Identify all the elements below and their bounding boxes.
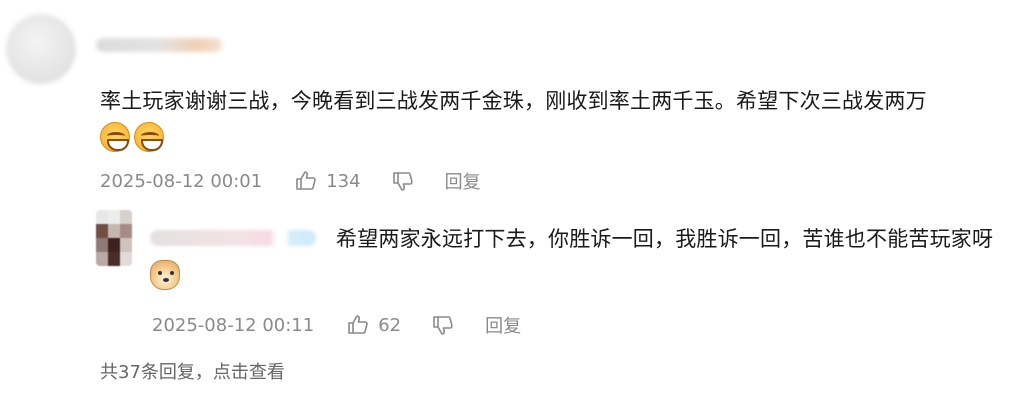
reply-text: 希望两家永远打下去，你胜诉一回，我胜诉一回，苦谁也不能苦玩家呀 — [336, 227, 994, 251]
view-replies-link[interactable]: 共37条回复，点击查看 — [100, 358, 285, 384]
timestamp: 2025-08-12 00:01 — [100, 170, 263, 192]
dislike-button[interactable] — [391, 169, 415, 193]
like-count: 134 — [326, 170, 361, 192]
grin-emoji-icon — [100, 122, 130, 152]
grin-emoji-icon — [134, 122, 164, 152]
like-button[interactable]: 134 — [294, 169, 361, 193]
thumbs-up-icon — [296, 171, 316, 190]
doge-emoji-icon — [150, 260, 180, 290]
reply-dislike-button[interactable] — [431, 313, 455, 337]
thumbs-down-icon — [392, 172, 413, 191]
reply-like-count: 62 — [378, 314, 402, 336]
reply-timestamp: 2025-08-12 00:11 — [152, 314, 315, 336]
reply-meta: 2025-08-12 00:11 62 回复 — [152, 310, 521, 340]
reply-like-button[interactable]: 62 — [346, 313, 401, 337]
avatar[interactable] — [6, 14, 76, 84]
username-blurred[interactable] — [96, 38, 222, 52]
comment-text: 率土玩家谢谢三战，今晚看到三战发两千金珠，刚收到率土两千玉。希望下次三战发两万 — [100, 89, 927, 113]
reply-button[interactable]: 回复 — [445, 168, 481, 194]
thumbs-up-icon — [348, 315, 368, 334]
reply-body: 希望两家永远打下去，你胜诉一回，我胜诉一回，苦谁也不能苦玩家呀 — [150, 220, 1010, 296]
thumbs-down-icon — [433, 316, 453, 335]
reply-reply-button[interactable]: 回复 — [485, 312, 521, 338]
comment-body: 率土玩家谢谢三战，今晚看到三战发两千金珠，刚收到率土两千玉。希望下次三战发两万 — [100, 82, 1020, 158]
comment-meta: 2025-08-12 00:01 134 回复 — [100, 166, 481, 196]
reply-avatar[interactable] — [96, 210, 132, 266]
